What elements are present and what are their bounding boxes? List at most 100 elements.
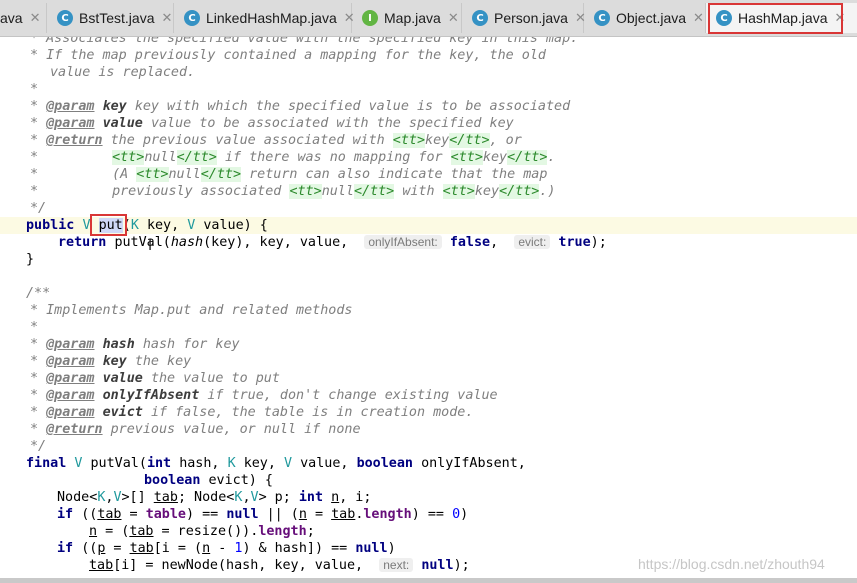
comment-text: * [30,320,39,335]
code-text: , [242,490,251,505]
comment-text: with [402,184,435,199]
comment-text: previous value, or null if none [110,422,361,437]
editor-tab-bar: ava ✕ C BstTest.java ✕ C LinkedHashMap.j… [0,0,857,37]
method-name-put[interactable]: put [98,218,123,233]
field: length [258,524,307,539]
code-line: n = (tab = resize()).length; [0,523,857,540]
close-icon[interactable]: ✕ [161,11,172,26]
code-text: putVal( [114,235,171,250]
comment-text: hash for key [142,337,240,352]
comment-text: null [144,150,177,165]
param-name: onlyIfAbsent [102,388,200,403]
comment-text: */ [30,201,47,216]
code-line: * @param value the value to put [0,370,857,387]
parameter-hint: onlyIfAbsent: [364,235,442,249]
comment-text: * [30,82,39,97]
code-text: > p; [258,490,291,505]
code-line: /** [0,285,857,302]
code-line: * Implements Map.put and related methods [0,302,857,319]
code-line: */ [0,438,857,455]
html-tag: </tt> [353,184,395,199]
comment-text: * [30,99,39,114]
html-tag: <tt> [136,167,169,182]
comment-text: * [30,405,39,420]
comment-text: * [30,116,39,131]
code-text: key, [243,456,276,471]
field: table [145,507,186,522]
variable: tab [129,524,154,539]
code-text: [i = ( [153,541,203,556]
class-icon: C [184,10,200,26]
keyword: int [146,456,172,471]
tab-linkedhashmap[interactable]: C LinkedHashMap.java ✕ [174,3,355,33]
code-text: || ( [258,507,299,522]
class-icon: C [594,10,610,26]
close-icon[interactable]: ✕ [448,11,459,26]
tab-person[interactable]: C Person.java ✕ [462,3,586,33]
field: length [363,507,412,522]
keyword: final [26,456,67,471]
keyword: return [58,235,107,250]
code-text: ) == [411,507,453,522]
variable: tab [129,541,154,556]
html-tag: <tt> [450,150,483,165]
code-editor[interactable]: * Associates the specified value with th… [0,37,857,578]
code-line: } [0,251,857,268]
code-line: * If the map previously contained a mapp… [0,47,857,64]
comment-text: key [425,133,450,148]
javadoc-tag: @param [46,371,95,386]
keyword: true [558,235,591,250]
comment-text: * [30,150,39,165]
code-line: boolean evict) { [0,472,857,489]
keyword: public [26,218,75,233]
close-icon[interactable]: ✕ [835,11,846,26]
parameter-hint: evict: [514,235,551,249]
class-icon: C [57,10,73,26]
variable: n [331,490,340,505]
comment-text: value is replaced. [50,65,196,80]
tab-map[interactable]: I Map.java ✕ [352,3,462,33]
type-param: K [130,218,139,233]
comment-text: (A [112,167,129,182]
interface-icon: I [362,10,378,26]
code-text: ; Node< [177,490,235,505]
keyword: null [421,558,454,573]
comment-text: */ [30,439,47,454]
tab-hashmap[interactable]: C HashMap.java ✕ [706,3,857,33]
tab-object[interactable]: C Object.java ✕ [584,3,706,33]
code-line: * @return the previous value associated … [0,132,857,149]
parameter-hint: next: [379,558,414,572]
javadoc-tag: @return [46,422,103,437]
tab-bsttest[interactable]: C BstTest.java ✕ [47,3,174,33]
html-tag: </tt> [176,150,217,165]
comment-text: if there was no mapping for [224,150,443,165]
comment-text: * [30,133,39,148]
code-text: = [105,541,130,556]
tab-label: ava [0,10,23,26]
html-tag: <tt> [112,150,145,165]
code-line: * @param evict if false, the table is in… [0,404,857,421]
type-param: V [113,490,122,505]
variable: tab [97,507,122,522]
html-tag: <tt> [442,184,475,199]
code-text: , i; [339,490,372,505]
comment-text: * [30,354,39,369]
code-text: , [490,235,499,250]
tab-partial[interactable]: ava ✕ [0,3,47,33]
code-text: - [210,541,235,556]
param-name: evict [102,405,143,420]
method-call: hash [170,235,204,250]
code-line: * Associates the specified value with th… [0,37,857,47]
close-icon[interactable]: ✕ [30,11,41,26]
code-text: Node< [57,490,98,505]
javadoc-tag: @param [46,388,95,403]
html-tag: </tt> [200,167,242,182]
keyword: null [226,507,259,522]
comment-text: * [30,184,39,199]
code-line: * (A <tt>null</tt> return can also indica… [0,166,857,183]
comment-text: * [30,167,39,182]
code-text: (( [81,507,98,522]
close-icon[interactable]: ✕ [693,11,704,26]
variable: tab [153,490,178,505]
comment-text: the value to put [150,371,280,386]
